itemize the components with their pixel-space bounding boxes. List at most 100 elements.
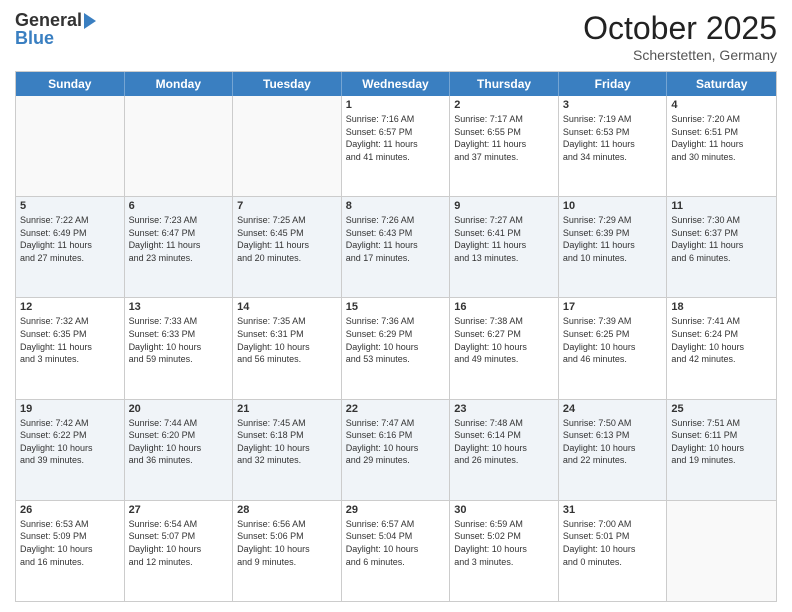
calendar-cell: 30 Sunrise: 6:59 AM Sunset: 5:02 PM Dayli… <box>450 501 559 601</box>
cell-info: Sunrise: 7:47 AM Sunset: 6:16 PM Dayligh… <box>346 417 446 467</box>
cell-date: 21 <box>237 403 337 415</box>
calendar-cell: 2 Sunrise: 7:17 AM Sunset: 6:55 PM Daylig… <box>450 96 559 196</box>
cell-date: 29 <box>346 504 446 516</box>
calendar-cell: 18Sunrise: 7:41 AM Sunset: 6:24 PM Dayli… <box>667 298 776 398</box>
cell-date: 11 <box>671 200 772 212</box>
cell-info: Sunrise: 7:45 AM Sunset: 6:18 PM Dayligh… <box>237 417 337 467</box>
cell-date: 3 <box>563 99 663 111</box>
calendar-row: 5 Sunrise: 7:22 AM Sunset: 6:49 PM Daylig… <box>16 197 776 298</box>
cell-date: 23 <box>454 403 554 415</box>
calendar-row: 1Sunrise: 7:16 AM Sunset: 6:57 PM Daylig… <box>16 96 776 197</box>
cell-date: 26 <box>20 504 120 516</box>
cell-info: Sunrise: 7:00 AM Sunset: 5:01 PM Dayligh… <box>563 518 663 568</box>
calendar-cell <box>16 96 125 196</box>
cell-date: 13 <box>129 301 229 313</box>
cell-date: 5 <box>20 200 120 212</box>
main-container: General Blue October 2025 Scherstetten, … <box>0 0 792 612</box>
month-title: October 2025 <box>583 10 777 47</box>
calendar-row: 12Sunrise: 7:32 AM Sunset: 6:35 PM Dayli… <box>16 298 776 399</box>
calendar-cell: 9 Sunrise: 7:27 AM Sunset: 6:41 PM Daylig… <box>450 197 559 297</box>
calendar-cell: 17 Sunrise: 7:39 AM Sunset: 6:25 PM Dayli… <box>559 298 668 398</box>
cell-info: Sunrise: 7:23 AM Sunset: 6:47 PM Dayligh… <box>129 214 229 264</box>
calendar-cell: 24Sunrise: 7:50 AM Sunset: 6:13 PM Dayli… <box>559 400 668 500</box>
cell-info: Sunrise: 7:39 AM Sunset: 6:25 PM Dayligh… <box>563 315 663 365</box>
calendar-cell <box>125 96 234 196</box>
calendar-cell: 20 Sunrise: 7:44 AM Sunset: 6:20 PM Dayli… <box>125 400 234 500</box>
cell-date: 18 <box>671 301 772 313</box>
calendar-cell: 4Sunrise: 7:20 AM Sunset: 6:51 PM Daylig… <box>667 96 776 196</box>
cell-date: 30 <box>454 504 554 516</box>
calendar-cell: 7 Sunrise: 7:25 AM Sunset: 6:45 PM Daylig… <box>233 197 342 297</box>
cell-date: 14 <box>237 301 337 313</box>
cell-info: Sunrise: 7:27 AM Sunset: 6:41 PM Dayligh… <box>454 214 554 264</box>
calendar-cell: 19Sunrise: 7:42 AM Sunset: 6:22 PM Dayli… <box>16 400 125 500</box>
cell-info: Sunrise: 7:29 AM Sunset: 6:39 PM Dayligh… <box>563 214 663 264</box>
cell-date: 27 <box>129 504 229 516</box>
calendar-cell: 22 Sunrise: 7:47 AM Sunset: 6:16 PM Dayli… <box>342 400 451 500</box>
calendar-cell: 27 Sunrise: 6:54 AM Sunset: 5:07 PM Dayli… <box>125 501 234 601</box>
cell-info: Sunrise: 7:22 AM Sunset: 6:49 PM Dayligh… <box>20 214 120 264</box>
cell-info: Sunrise: 7:48 AM Sunset: 6:14 PM Dayligh… <box>454 417 554 467</box>
cell-info: Sunrise: 7:20 AM Sunset: 6:51 PM Dayligh… <box>671 113 772 163</box>
calendar-cell: 31Sunrise: 7:00 AM Sunset: 5:01 PM Dayli… <box>559 501 668 601</box>
cell-info: Sunrise: 7:36 AM Sunset: 6:29 PM Dayligh… <box>346 315 446 365</box>
cell-info: Sunrise: 7:44 AM Sunset: 6:20 PM Dayligh… <box>129 417 229 467</box>
day-header-friday: Friday <box>559 72 668 96</box>
cell-info: Sunrise: 6:56 AM Sunset: 5:06 PM Dayligh… <box>237 518 337 568</box>
cell-date: 24 <box>563 403 663 415</box>
title-section: October 2025 Scherstetten, Germany <box>583 10 777 63</box>
calendar-cell: 15Sunrise: 7:36 AM Sunset: 6:29 PM Dayli… <box>342 298 451 398</box>
logo-blue-text: Blue <box>15 28 54 49</box>
cell-info: Sunrise: 7:17 AM Sunset: 6:55 PM Dayligh… <box>454 113 554 163</box>
calendar-body: 1Sunrise: 7:16 AM Sunset: 6:57 PM Daylig… <box>16 96 776 601</box>
cell-info: Sunrise: 7:26 AM Sunset: 6:43 PM Dayligh… <box>346 214 446 264</box>
logo-arrow-icon <box>84 13 96 29</box>
cell-date: 20 <box>129 403 229 415</box>
calendar-cell: 29 Sunrise: 6:57 AM Sunset: 5:04 PM Dayli… <box>342 501 451 601</box>
cell-date: 10 <box>563 200 663 212</box>
calendar-cell: 12Sunrise: 7:32 AM Sunset: 6:35 PM Dayli… <box>16 298 125 398</box>
day-header-wednesday: Wednesday <box>342 72 451 96</box>
cell-date: 22 <box>346 403 446 415</box>
cell-date: 7 <box>237 200 337 212</box>
cell-info: Sunrise: 6:57 AM Sunset: 5:04 PM Dayligh… <box>346 518 446 568</box>
calendar-row: 19Sunrise: 7:42 AM Sunset: 6:22 PM Dayli… <box>16 400 776 501</box>
cell-info: Sunrise: 6:54 AM Sunset: 5:07 PM Dayligh… <box>129 518 229 568</box>
calendar-cell: 8 Sunrise: 7:26 AM Sunset: 6:43 PM Daylig… <box>342 197 451 297</box>
day-header-monday: Monday <box>125 72 234 96</box>
day-header-tuesday: Tuesday <box>233 72 342 96</box>
calendar: SundayMondayTuesdayWednesdayThursdayFrid… <box>15 71 777 602</box>
day-header-thursday: Thursday <box>450 72 559 96</box>
cell-info: Sunrise: 6:59 AM Sunset: 5:02 PM Dayligh… <box>454 518 554 568</box>
calendar-header: SundayMondayTuesdayWednesdayThursdayFrid… <box>16 72 776 96</box>
cell-date: 28 <box>237 504 337 516</box>
calendar-cell: 1Sunrise: 7:16 AM Sunset: 6:57 PM Daylig… <box>342 96 451 196</box>
calendar-cell: 28 Sunrise: 6:56 AM Sunset: 5:06 PM Dayli… <box>233 501 342 601</box>
calendar-cell: 23 Sunrise: 7:48 AM Sunset: 6:14 PM Dayli… <box>450 400 559 500</box>
cell-date: 2 <box>454 99 554 111</box>
calendar-cell: 11Sunrise: 7:30 AM Sunset: 6:37 PM Dayli… <box>667 197 776 297</box>
calendar-cell: 3 Sunrise: 7:19 AM Sunset: 6:53 PM Daylig… <box>559 96 668 196</box>
cell-info: Sunrise: 7:35 AM Sunset: 6:31 PM Dayligh… <box>237 315 337 365</box>
cell-info: Sunrise: 7:38 AM Sunset: 6:27 PM Dayligh… <box>454 315 554 365</box>
cell-info: Sunrise: 7:32 AM Sunset: 6:35 PM Dayligh… <box>20 315 120 365</box>
calendar-row: 26 Sunrise: 6:53 AM Sunset: 5:09 PM Dayli… <box>16 501 776 601</box>
cell-info: Sunrise: 7:33 AM Sunset: 6:33 PM Dayligh… <box>129 315 229 365</box>
cell-date: 25 <box>671 403 772 415</box>
calendar-cell <box>667 501 776 601</box>
calendar-cell: 16 Sunrise: 7:38 AM Sunset: 6:27 PM Dayli… <box>450 298 559 398</box>
calendar-cell: 6Sunrise: 7:23 AM Sunset: 6:47 PM Daylig… <box>125 197 234 297</box>
calendar-cell: 25Sunrise: 7:51 AM Sunset: 6:11 PM Dayli… <box>667 400 776 500</box>
calendar-cell <box>233 96 342 196</box>
header: General Blue October 2025 Scherstetten, … <box>15 10 777 63</box>
cell-info: Sunrise: 7:19 AM Sunset: 6:53 PM Dayligh… <box>563 113 663 163</box>
calendar-cell: 14 Sunrise: 7:35 AM Sunset: 6:31 PM Dayli… <box>233 298 342 398</box>
cell-info: Sunrise: 7:25 AM Sunset: 6:45 PM Dayligh… <box>237 214 337 264</box>
cell-info: Sunrise: 6:53 AM Sunset: 5:09 PM Dayligh… <box>20 518 120 568</box>
calendar-cell: 10 Sunrise: 7:29 AM Sunset: 6:39 PM Dayli… <box>559 197 668 297</box>
cell-date: 17 <box>563 301 663 313</box>
cell-date: 8 <box>346 200 446 212</box>
cell-date: 9 <box>454 200 554 212</box>
cell-date: 16 <box>454 301 554 313</box>
cell-date: 19 <box>20 403 120 415</box>
